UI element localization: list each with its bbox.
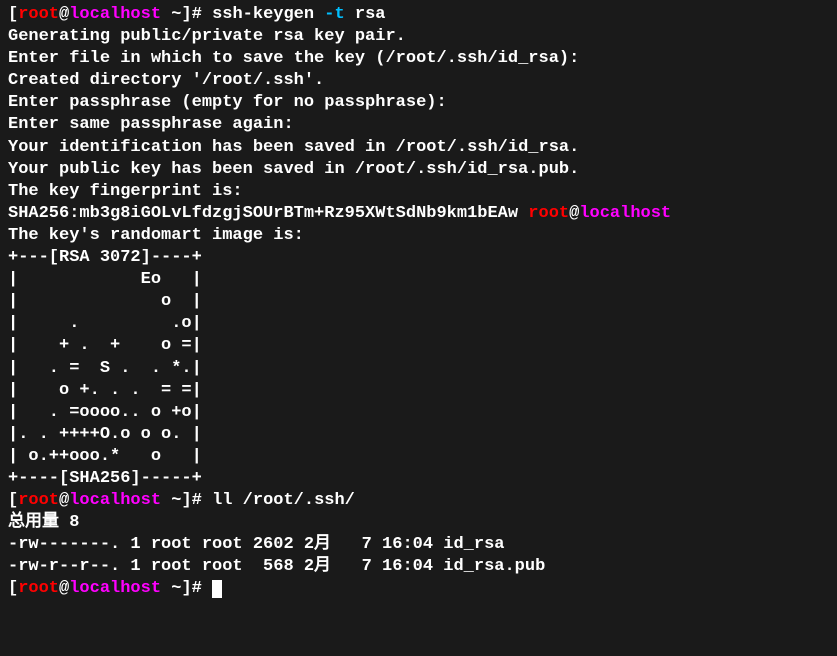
ls-row: -rw-r--r--. 1 root root 568 2月 7 16:04 i… <box>8 556 829 578</box>
output-line: The key fingerprint is: <box>8 181 829 203</box>
randomart-line: | . =oooo.. o +o| <box>8 402 829 424</box>
randomart-line: +----[SHA256]-----+ <box>8 468 829 490</box>
cwd: ~ <box>161 579 181 598</box>
output-line: Enter file in which to save the key (/ro… <box>8 48 829 70</box>
prompt-line-3: [root@localhost ~]# <box>8 578 829 600</box>
at-sign: @ <box>59 5 69 24</box>
output-line: Enter same passphrase again: <box>8 114 829 136</box>
bracket-close: ]# <box>181 491 212 510</box>
randomart-line: | . .o| <box>8 313 829 335</box>
hostname: localhost <box>579 204 671 223</box>
cursor-icon <box>212 580 222 598</box>
randomart-line: | + . + o =| <box>8 335 829 357</box>
bracket-open: [ <box>8 579 18 598</box>
output-line: Your public key has been saved in /root/… <box>8 159 829 181</box>
hostname: localhost <box>69 5 161 24</box>
randomart-line: | o | <box>8 291 829 313</box>
command: ssh-keygen <box>212 5 324 24</box>
bracket-close: ]# <box>181 579 212 598</box>
randomart-line: | o +. . . = =| <box>8 380 829 402</box>
bracket-close: ]# <box>181 5 212 24</box>
command-arg: rsa <box>345 5 386 24</box>
command-flag: -t <box>324 5 344 24</box>
randomart-line: +---[RSA 3072]----+ <box>8 247 829 269</box>
randomart-line: |. . ++++O.o o o. | <box>8 424 829 446</box>
output-line: The key's randomart image is: <box>8 225 829 247</box>
user: root <box>528 204 569 223</box>
ls-row: -rw-------. 1 root root 2602 2月 7 16:04 … <box>8 534 829 556</box>
output-line: Enter passphrase (empty for no passphras… <box>8 92 829 114</box>
hostname: localhost <box>69 579 161 598</box>
randomart-line: | . = S . . *.| <box>8 358 829 380</box>
at-sign: @ <box>569 204 579 223</box>
bracket-open: [ <box>8 5 18 24</box>
output-line: Created directory '/root/.ssh'. <box>8 70 829 92</box>
ls-total: 总用量 8 <box>8 512 829 534</box>
randomart-line: | Eo | <box>8 269 829 291</box>
bracket-open: [ <box>8 491 18 510</box>
user: root <box>18 579 59 598</box>
fingerprint-line: SHA256:mb3g8iGOLvLfdzgjSOUrBTm+Rz95XWtSd… <box>8 203 829 225</box>
user: root <box>18 5 59 24</box>
output-line: Your identification has been saved in /r… <box>8 137 829 159</box>
cwd: ~ <box>161 5 181 24</box>
cwd: ~ <box>161 491 181 510</box>
prompt-line-2: [root@localhost ~]# ll /root/.ssh/ <box>8 490 829 512</box>
command: ll /root/.ssh/ <box>212 491 355 510</box>
randomart-line: | o.++ooo.* o | <box>8 446 829 468</box>
terminal-output[interactable]: [root@localhost ~]# ssh-keygen -t rsa Ge… <box>8 4 829 601</box>
sha-value: SHA256:mb3g8iGOLvLfdzgjSOUrBTm+Rz95XWtSd… <box>8 204 528 223</box>
prompt-line-1: [root@localhost ~]# ssh-keygen -t rsa <box>8 4 829 26</box>
hostname: localhost <box>69 491 161 510</box>
at-sign: @ <box>59 491 69 510</box>
output-line: Generating public/private rsa key pair. <box>8 26 829 48</box>
at-sign: @ <box>59 579 69 598</box>
user: root <box>18 491 59 510</box>
